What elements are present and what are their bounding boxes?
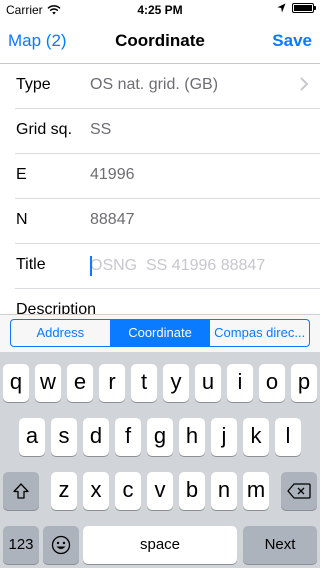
chevron-right-icon bbox=[300, 77, 308, 91]
key-s[interactable]: s bbox=[51, 418, 77, 456]
input-mode-bar: Address Coordinate Compas direc... bbox=[0, 314, 320, 352]
space-key[interactable]: space bbox=[83, 526, 237, 564]
title-label: Title bbox=[16, 256, 46, 273]
emoji-key[interactable] bbox=[43, 526, 79, 564]
key-p[interactable]: p bbox=[291, 364, 317, 402]
type-value: OS nat. grid. (GB) bbox=[90, 76, 219, 93]
text-cursor bbox=[90, 256, 92, 276]
key-d[interactable]: d bbox=[83, 418, 109, 456]
key-m[interactable]: m bbox=[243, 472, 269, 510]
northing-row[interactable]: N 88847 bbox=[15, 199, 320, 244]
segmented-control: Address Coordinate Compas direc... bbox=[10, 319, 310, 347]
key-w[interactable]: w bbox=[35, 364, 61, 402]
key-i[interactable]: i bbox=[227, 364, 253, 402]
key-z[interactable]: z bbox=[51, 472, 77, 510]
description-label: Description bbox=[16, 301, 97, 314]
navigation-bar: Map (2) Coordinate Save bbox=[0, 20, 320, 64]
description-row[interactable]: Description bbox=[15, 289, 320, 314]
delete-key[interactable] bbox=[281, 472, 317, 510]
key-e[interactable]: e bbox=[67, 364, 93, 402]
key-f[interactable]: f bbox=[115, 418, 141, 456]
backspace-icon bbox=[287, 483, 311, 499]
save-button[interactable]: Save bbox=[272, 31, 312, 51]
key-k[interactable]: k bbox=[243, 418, 269, 456]
key-c[interactable]: c bbox=[115, 472, 141, 510]
grid-square-row[interactable]: Grid sq. SS bbox=[15, 109, 320, 154]
key-l[interactable]: l bbox=[275, 418, 301, 456]
shift-key[interactable] bbox=[3, 472, 39, 510]
easting-value[interactable]: 41996 bbox=[90, 166, 135, 184]
key-o[interactable]: o bbox=[259, 364, 285, 402]
battery-level bbox=[294, 5, 312, 11]
status-right bbox=[277, 3, 316, 13]
title-row[interactable]: Title bbox=[15, 244, 320, 289]
grid-square-label: Grid sq. bbox=[16, 121, 73, 138]
battery-icon bbox=[292, 3, 316, 13]
shift-arrow-icon bbox=[13, 483, 29, 499]
key-v[interactable]: v bbox=[147, 472, 173, 510]
easting-row[interactable]: E 41996 bbox=[15, 154, 320, 199]
segment-address[interactable]: Address bbox=[11, 320, 111, 346]
key-g[interactable]: g bbox=[147, 418, 173, 456]
keyboard: q w e r t y u i o p a s d f g h j k l z … bbox=[0, 352, 320, 568]
type-row[interactable]: Type OS nat. grid. (GB) bbox=[15, 64, 320, 109]
key-a[interactable]: a bbox=[19, 418, 45, 456]
key-u[interactable]: u bbox=[195, 364, 221, 402]
segment-coordinate[interactable]: Coordinate bbox=[110, 320, 211, 346]
northing-value[interactable]: 88847 bbox=[90, 211, 135, 229]
location-arrow-icon bbox=[277, 3, 286, 13]
key-t[interactable]: t bbox=[131, 364, 157, 402]
status-bar: Carrier 4:25 PM bbox=[0, 0, 320, 20]
key-b[interactable]: b bbox=[179, 472, 205, 510]
type-label: Type bbox=[16, 76, 51, 93]
key-h[interactable]: h bbox=[179, 418, 205, 456]
segment-compass-direction[interactable]: Compas direc... bbox=[210, 320, 309, 346]
northing-label: N bbox=[16, 211, 28, 228]
key-x[interactable]: x bbox=[83, 472, 109, 510]
emoji-icon bbox=[51, 535, 71, 555]
easting-label: E bbox=[16, 166, 27, 183]
title-input[interactable] bbox=[90, 254, 310, 278]
status-time: 4:25 PM bbox=[137, 3, 183, 17]
key-y[interactable]: y bbox=[163, 364, 189, 402]
key-q[interactable]: q bbox=[3, 364, 29, 402]
key-j[interactable]: j bbox=[211, 418, 237, 456]
next-key[interactable]: Next bbox=[243, 526, 317, 564]
numbers-key[interactable]: 123 bbox=[3, 526, 39, 564]
key-n[interactable]: n bbox=[211, 472, 237, 510]
grid-square-value[interactable]: SS bbox=[90, 121, 111, 139]
key-r[interactable]: r bbox=[99, 364, 125, 402]
coordinate-form: Type OS nat. grid. (GB) Grid sq. SS E 41… bbox=[0, 64, 320, 314]
